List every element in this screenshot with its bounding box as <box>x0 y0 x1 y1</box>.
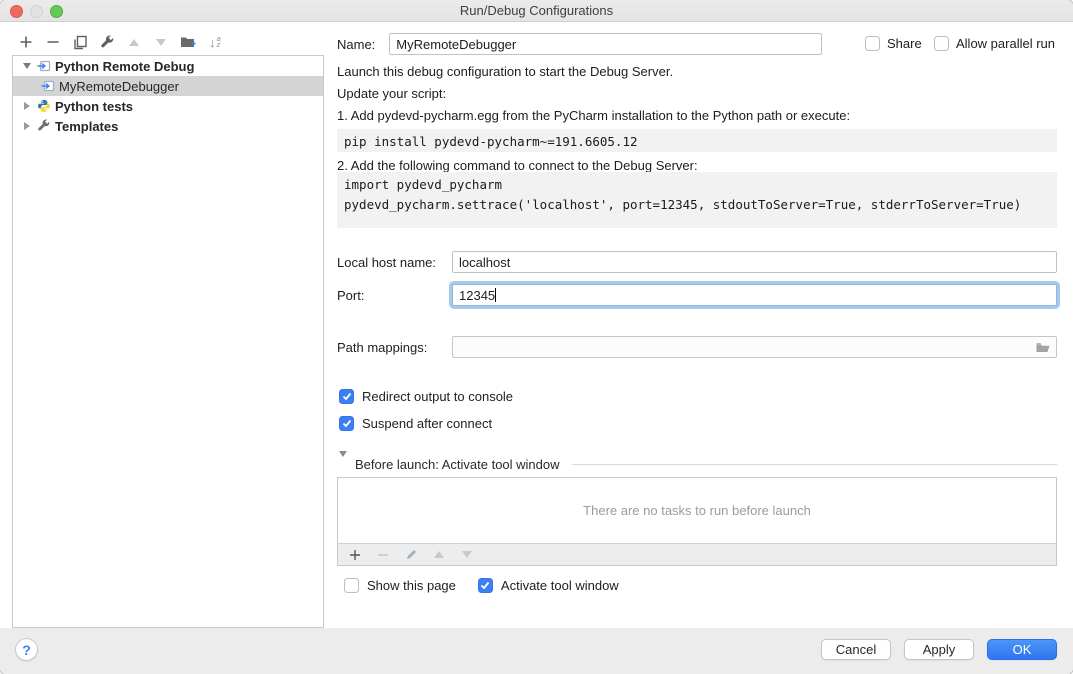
ok-button[interactable]: OK <box>987 639 1057 660</box>
step-2-text: 2. Add the following command to connect … <box>337 158 698 173</box>
expand-arrow-icon[interactable] <box>21 63 33 69</box>
suspend-after-connect-checkbox[interactable] <box>339 416 354 431</box>
python-logo-icon <box>37 99 51 113</box>
tree-item-templates[interactable]: Templates <box>13 116 323 136</box>
cancel-button[interactable]: Cancel <box>821 639 891 660</box>
show-this-page-row[interactable]: Show this page Activate tool window <box>344 578 619 593</box>
tree-item-label: Python Remote Debug <box>55 59 194 74</box>
allow-parallel-run-checkbox-group[interactable]: Allow parallel run <box>934 36 1055 51</box>
empty-tasks-text: There are no tasks to run before launch <box>338 478 1056 543</box>
redirect-output-label: Redirect output to console <box>362 389 513 404</box>
text-caret <box>495 288 496 302</box>
activate-tool-window-label: Activate tool window <box>501 578 619 593</box>
move-task-down-icon <box>459 547 475 563</box>
configurations-tree: Python Remote Debug MyRemoteDebugger Pyt… <box>12 55 324 628</box>
collapse-section-arrow-icon[interactable] <box>339 457 347 472</box>
port-row: Port: 12345 <box>337 284 1057 306</box>
before-launch-header[interactable]: Before launch: Activate tool window <box>339 457 1057 472</box>
tree-item-myremotedebugger[interactable]: MyRemoteDebugger <box>13 76 323 96</box>
port-input[interactable]: 12345 <box>452 284 1057 306</box>
new-folder-icon[interactable] <box>180 34 196 50</box>
activate-tool-window-checkbox[interactable] <box>478 578 493 593</box>
name-label: Name: <box>337 37 375 52</box>
local-host-label: Local host name: <box>337 255 452 270</box>
section-divider <box>572 464 1057 465</box>
move-down-icon <box>153 34 169 50</box>
remote-debug-icon <box>37 59 51 73</box>
tree-item-python-remote-debug[interactable]: Python Remote Debug <box>13 56 323 76</box>
move-up-icon <box>126 34 142 50</box>
tree-item-python-tests[interactable]: Python tests <box>13 96 323 116</box>
tree-item-label: MyRemoteDebugger <box>59 79 179 94</box>
path-mappings-row: Path mappings: <box>337 336 1057 358</box>
collapse-arrow-icon[interactable] <box>21 122 33 130</box>
pip-install-code-block: pip install pydevd-pycharm~=191.6605.12 <box>337 129 1057 152</box>
run-debug-configurations-dialog: Run/Debug Configurations ↓az Python Remo <box>0 0 1073 674</box>
sort-configurations-icon[interactable]: ↓az <box>207 34 223 50</box>
before-launch-tasks-panel: There are no tasks to run before launch <box>337 477 1057 566</box>
local-host-row: Local host name: <box>337 251 1057 273</box>
zoom-window-button[interactable] <box>50 5 63 18</box>
window-controls <box>10 5 63 18</box>
remote-debug-icon <box>41 79 55 93</box>
add-task-icon[interactable] <box>347 547 363 563</box>
apply-button[interactable]: Apply <box>904 639 974 660</box>
show-this-page-checkbox[interactable] <box>344 578 359 593</box>
share-label: Share <box>887 36 922 51</box>
show-this-page-label: Show this page <box>367 578 456 593</box>
minimize-window-button <box>30 5 43 18</box>
settrace-code-line-1: import pydevd_pycharm <box>344 175 1050 195</box>
settrace-code-block: import pydevd_pycharm pydevd_pycharm.set… <box>337 172 1057 228</box>
before-launch-title: Before launch: Activate tool window <box>355 457 560 472</box>
redirect-output-row[interactable]: Redirect output to console <box>339 389 513 404</box>
port-label: Port: <box>337 288 452 303</box>
share-checkbox-group[interactable]: Share <box>865 36 922 51</box>
description-line-1: Launch this debug configuration to start… <box>337 64 673 79</box>
tasks-toolbar <box>338 543 1056 565</box>
move-task-up-icon <box>431 547 447 563</box>
allow-parallel-run-label: Allow parallel run <box>956 36 1055 51</box>
description-line-2: Update your script: <box>337 86 446 101</box>
tree-item-label: Templates <box>55 119 118 134</box>
remove-task-icon <box>375 547 391 563</box>
redirect-output-checkbox[interactable] <box>339 389 354 404</box>
suspend-after-connect-label: Suspend after connect <box>362 416 492 431</box>
tree-item-label: Python tests <box>55 99 133 114</box>
footer-buttons: Cancel Apply OK <box>821 639 1057 660</box>
edit-defaults-wrench-icon[interactable] <box>99 34 115 50</box>
copy-configuration-icon[interactable] <box>72 34 88 50</box>
step-1-text: 1. Add pydevd-pycharm.egg from the PyCha… <box>337 108 850 123</box>
wrench-icon <box>37 119 51 133</box>
settrace-code-line-2: pydevd_pycharm.settrace('localhost', por… <box>344 195 1050 215</box>
name-input[interactable] <box>389 33 822 55</box>
dialog-footer: ? Cancel Apply OK <box>0 628 1073 674</box>
allow-parallel-run-checkbox[interactable] <box>934 36 949 51</box>
local-host-input[interactable] <box>452 251 1057 273</box>
browse-folder-icon[interactable] <box>1035 340 1051 357</box>
collapse-arrow-icon[interactable] <box>21 102 33 110</box>
path-mappings-input[interactable] <box>452 336 1057 358</box>
remove-configuration-icon[interactable] <box>45 34 61 50</box>
name-row: Name: <box>337 33 822 55</box>
share-checkbox[interactable] <box>865 36 880 51</box>
suspend-after-connect-row[interactable]: Suspend after connect <box>339 416 492 431</box>
edit-task-pencil-icon <box>403 547 419 563</box>
window-title: Run/Debug Configurations <box>460 3 613 18</box>
path-mappings-label: Path mappings: <box>337 340 452 355</box>
close-window-button[interactable] <box>10 5 23 18</box>
add-configuration-icon[interactable] <box>18 34 34 50</box>
configurations-toolbar: ↓az <box>18 31 223 53</box>
titlebar: Run/Debug Configurations <box>0 0 1073 22</box>
help-button[interactable]: ? <box>15 638 38 661</box>
